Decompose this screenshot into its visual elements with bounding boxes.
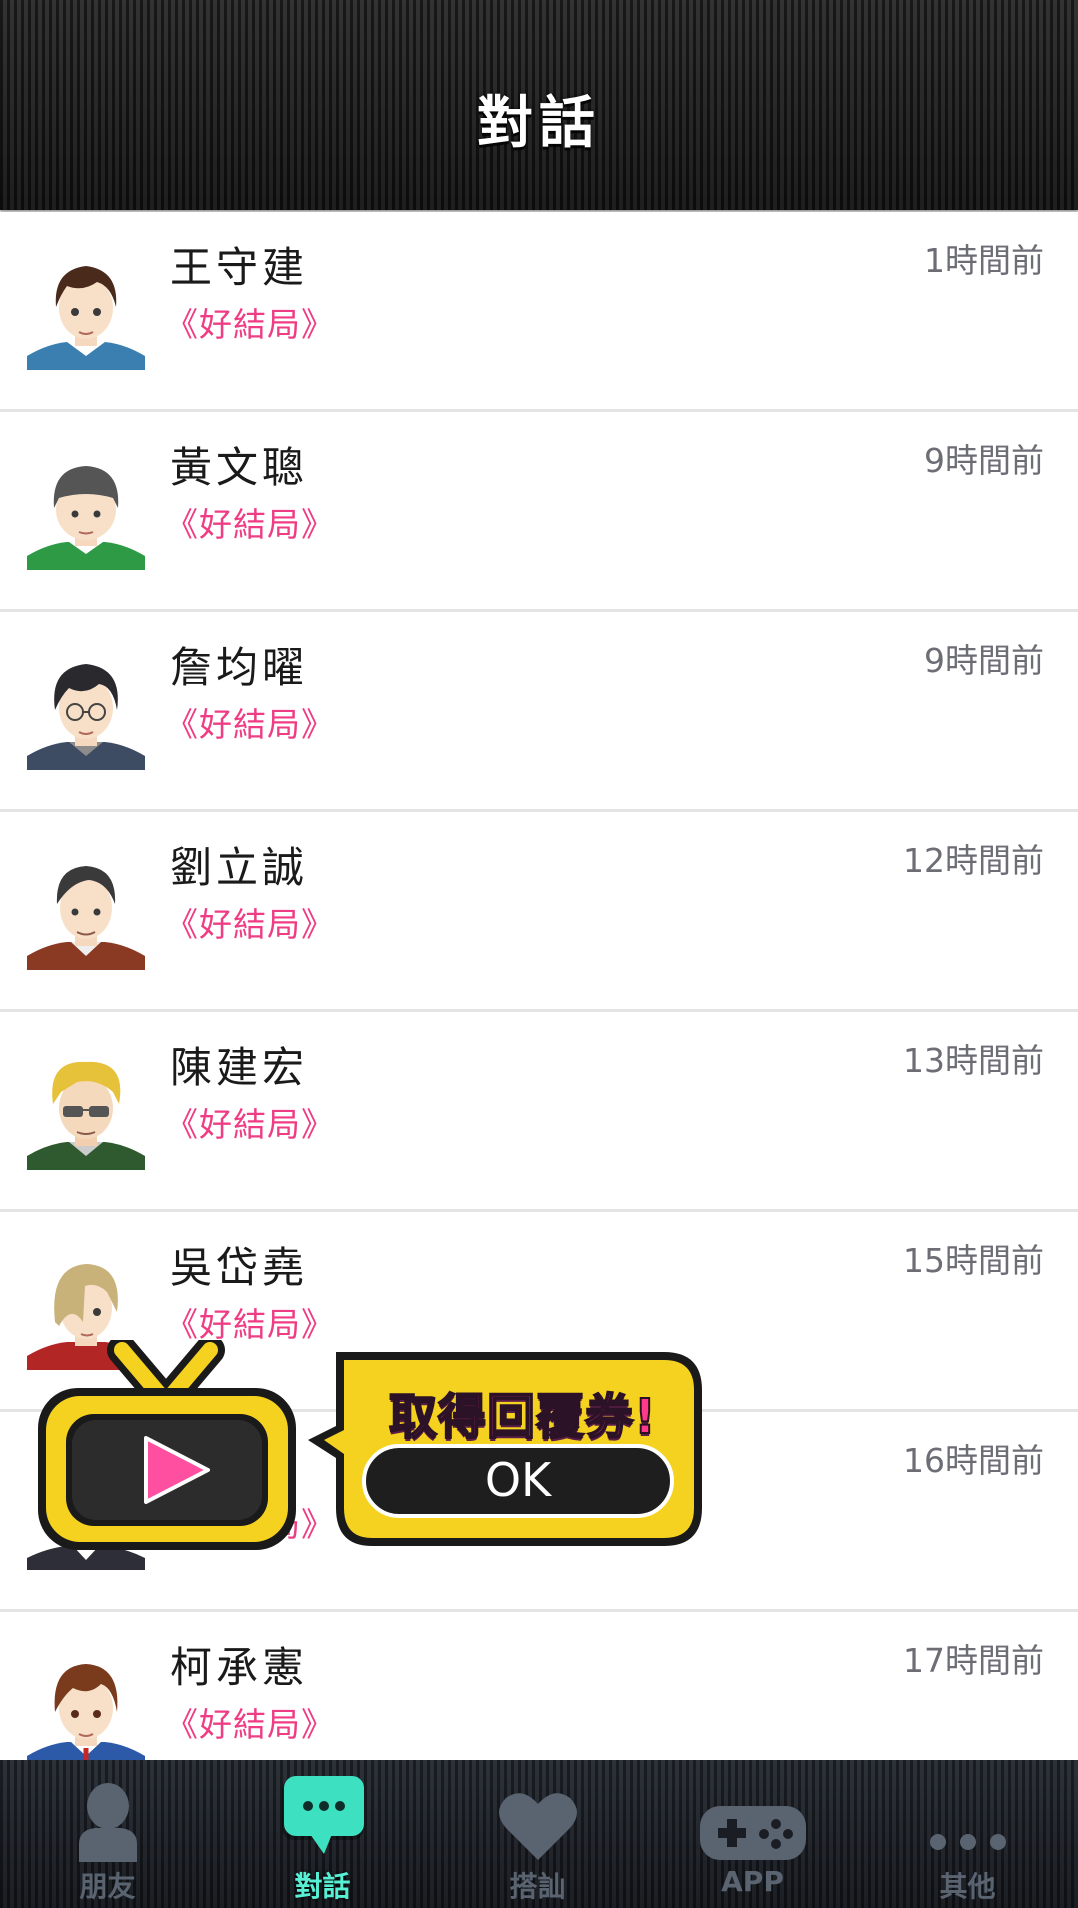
avatar <box>27 1652 145 1760</box>
tab-chat[interactable]: 對話 <box>215 1760 430 1908</box>
ok-button[interactable]: OK <box>362 1444 674 1518</box>
avatar <box>27 452 145 570</box>
reward-popup[interactable]: 取得回覆券! OK <box>36 1340 706 1555</box>
chapter-status: 《好結局》 <box>165 305 335 344</box>
avatar <box>27 652 145 770</box>
header-bar: 對話 <box>0 0 1078 210</box>
tab-app[interactable]: APP <box>645 1760 860 1908</box>
conversation-row[interactable]: 黃文聰 《好結局》 9時間前 <box>0 412 1078 612</box>
contact-name: 劉立誠 <box>170 843 309 892</box>
conversation-row[interactable]: 陳建宏 《好結局》 13時間前 <box>0 1012 1078 1212</box>
timestamp: 12時間前 <box>903 841 1044 880</box>
avatar <box>27 1052 145 1170</box>
reward-title: 取得回覆券! <box>388 1388 657 1446</box>
conversation-row[interactable]: 詹均曜 《好結局》 9時間前 <box>0 612 1078 812</box>
timestamp: 13時間前 <box>903 1041 1044 1080</box>
tab-friends[interactable]: 朋友 <box>0 1760 215 1908</box>
tab-label: 對話 <box>294 1870 351 1903</box>
chapter-status: 《好結局》 <box>165 705 335 744</box>
avatar <box>27 252 145 370</box>
conversation-row[interactable]: 王守建 《好結局》 1時間前 <box>0 212 1078 412</box>
contact-name: 吳岱堯 <box>170 1243 309 1292</box>
contact-name: 陳建宏 <box>170 1043 309 1092</box>
contact-name: 詹均曜 <box>170 643 309 692</box>
timestamp: 17時間前 <box>903 1641 1044 1680</box>
tab-label: APP <box>721 1865 784 1898</box>
chapter-status: 《好結局》 <box>165 1305 335 1344</box>
heart-icon <box>430 1782 645 1862</box>
conversation-row[interactable]: 劉立誠 《好結局》 12時間前 <box>0 812 1078 1012</box>
tab-label: 朋友 <box>79 1870 136 1903</box>
chapter-status: 《好結局》 <box>165 505 335 544</box>
contact-name: 黃文聰 <box>170 443 309 492</box>
tab-pickup[interactable]: 搭訕 <box>430 1760 645 1908</box>
tab-bar: 朋友 對話 搭訕 APP 其他 <box>0 1760 1078 1908</box>
chapter-status: 《好結局》 <box>165 905 335 944</box>
tab-label: 其他 <box>939 1870 996 1903</box>
timestamp: 9時間前 <box>924 441 1044 480</box>
more-dots-icon <box>860 1782 1075 1862</box>
timestamp: 9時間前 <box>924 641 1044 680</box>
gamepad-icon <box>645 1782 860 1862</box>
timestamp: 16時間前 <box>903 1441 1044 1480</box>
tab-label: 搭訕 <box>509 1870 566 1903</box>
chapter-status: 《好結局》 <box>165 1105 335 1144</box>
chat-bubble-icon <box>215 1776 430 1862</box>
tab-more[interactable]: 其他 <box>860 1760 1075 1908</box>
person-icon <box>0 1782 215 1862</box>
timestamp: 1時間前 <box>924 241 1044 280</box>
chapter-status: 《好結局》 <box>165 1705 335 1744</box>
contact-name: 王守建 <box>170 243 309 292</box>
avatar <box>27 852 145 970</box>
contact-name: 柯承憲 <box>170 1643 309 1692</box>
timestamp: 15時間前 <box>903 1241 1044 1280</box>
page-title: 對話 <box>477 91 601 156</box>
conversation-row[interactable]: 柯承憲 《好結局》 17時間前 <box>0 1612 1078 1760</box>
